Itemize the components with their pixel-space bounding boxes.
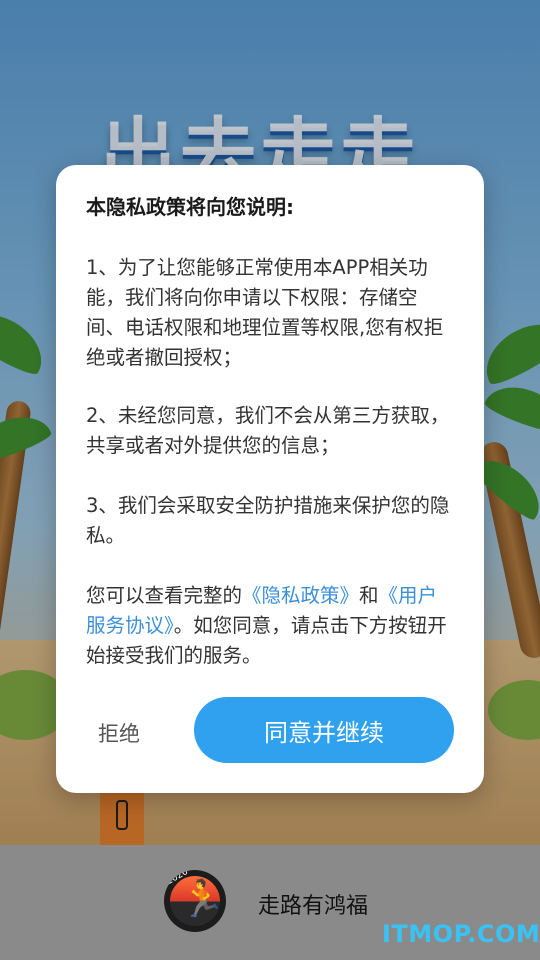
security-paragraph: 3、我们会采取安全防护措施来保护您的隐私。 <box>86 494 450 547</box>
agree-continue-button[interactable]: 同意并继续 <box>194 697 454 763</box>
privacy-policy-link[interactable]: 《隐私政策》 <box>242 584 359 607</box>
policy-notice: 您可以查看完整的《隐私政策》和《用户服务协议》。如您同意，请点击下方按钮开始接受… <box>86 581 456 671</box>
refuse-button[interactable]: 拒绝 <box>98 715 184 751</box>
running-figure-icon: 🏃 <box>180 879 225 920</box>
watermark: ITMOP.COM <box>382 920 540 948</box>
privacy-dialog: 本隐私政策将向您说明: 1、为了让您能够正常使用本APP相关功能，我们将向你申请… <box>56 165 484 793</box>
permission-paragraph: 1、为了让您能够正常使用本APP相关功能，我们将向你申请以下权限：存储空间、电话… <box>86 256 444 369</box>
splash-screen: 出去走走 本隐私政策将向您说明: 1、为了让您能够正常使用本APP相关功能，我们… <box>0 0 540 960</box>
runner-logo-icon: 🏃 2026 <box>164 870 226 932</box>
app-name: 走路有鸿福 <box>258 894 369 919</box>
data-sharing-paragraph: 2、未经您同意，我们不会从第三方获取，共享或者对外提供您的信息； <box>86 404 450 457</box>
notice-prefix: 您可以查看完整的 <box>86 584 243 607</box>
dialog-title: 本隐私政策将向您说明: <box>86 195 294 219</box>
notice-and: 和 <box>359 584 379 607</box>
